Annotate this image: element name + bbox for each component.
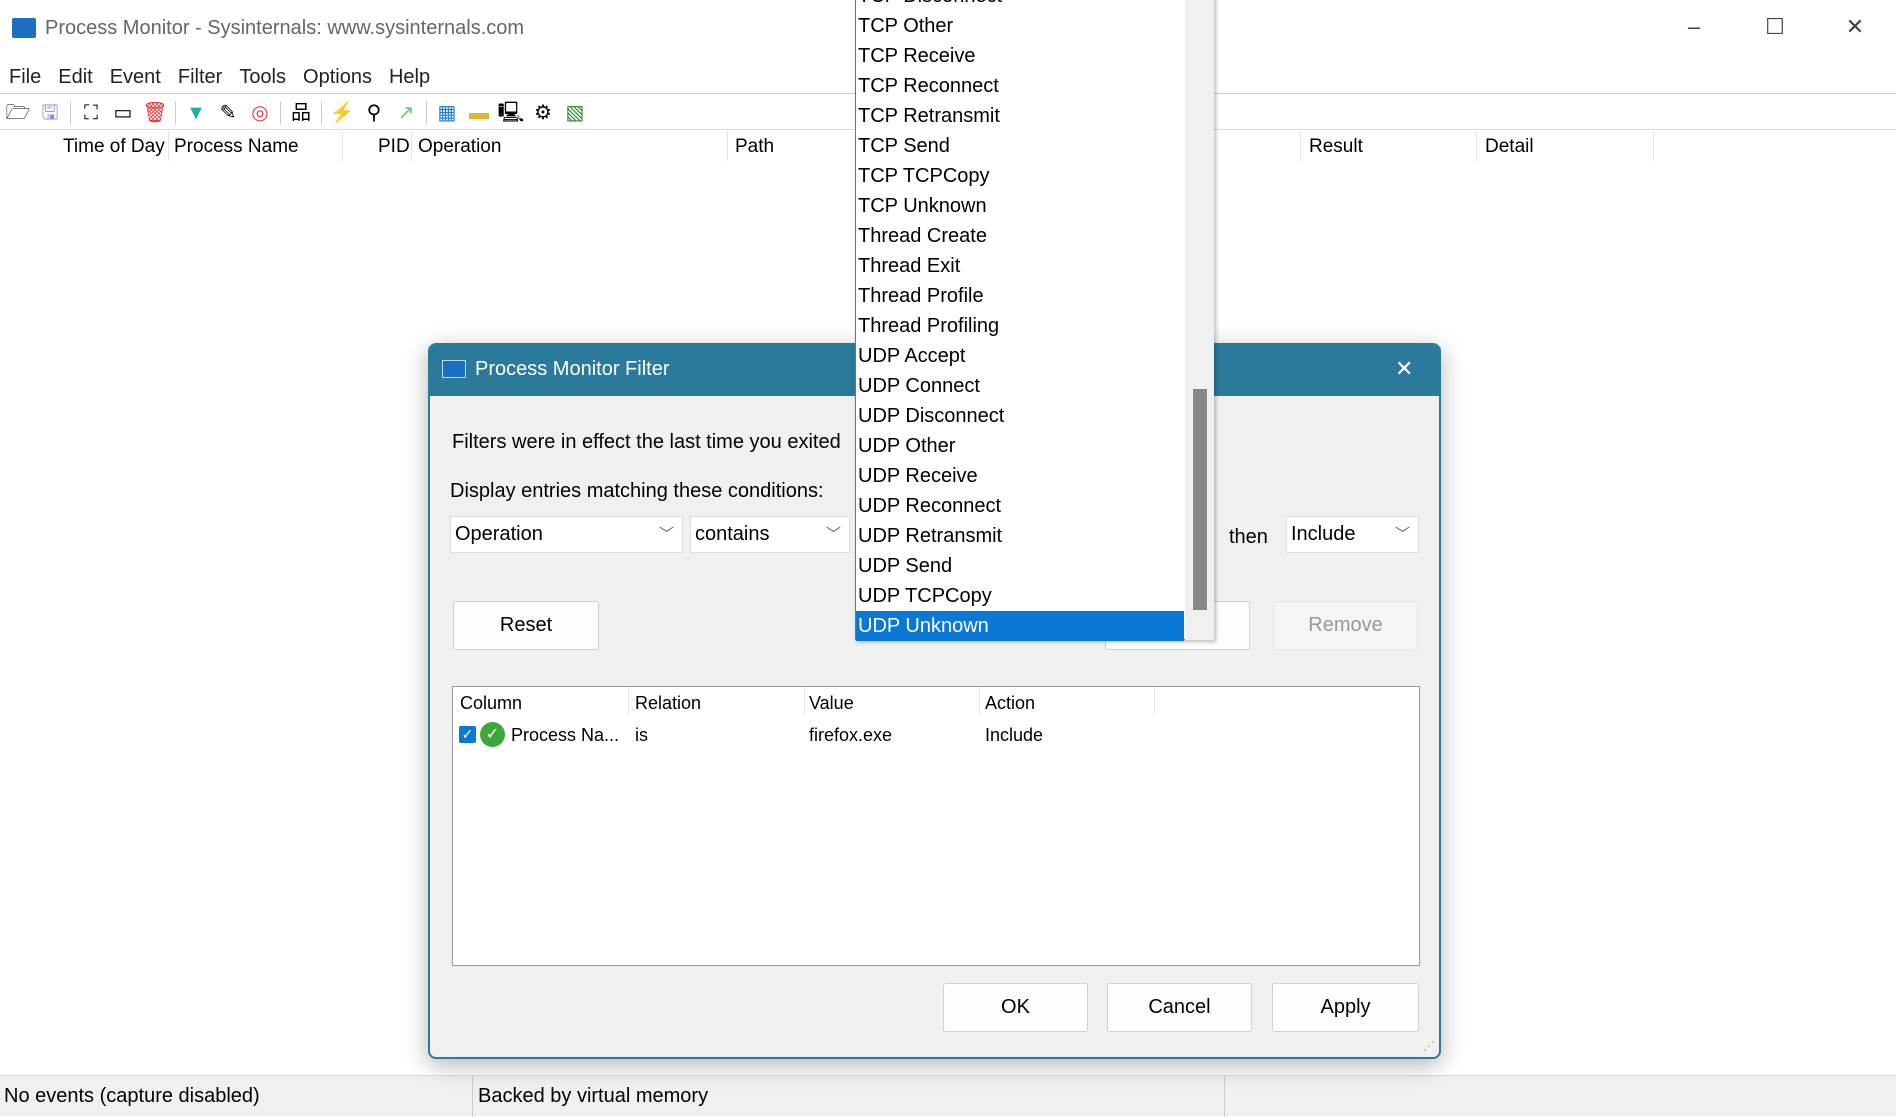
dropdown-option[interactable]: UDP Connect: [856, 371, 1184, 401]
column-combo[interactable]: Operation ﹀: [450, 516, 683, 553]
process-tree-icon[interactable]: 品: [287, 99, 315, 127]
dropdown-option[interactable]: UDP Accept: [856, 341, 1184, 371]
reset-button[interactable]: Reset: [453, 601, 599, 650]
menu-edit[interactable]: Edit: [49, 60, 100, 89]
jump-icon[interactable]: ↗: [392, 99, 420, 127]
dropdown-option[interactable]: TCP Other: [856, 11, 1184, 41]
col-process[interactable]: Process Name: [174, 136, 299, 158]
dropdown-option[interactable]: UDP TCPCopy: [856, 581, 1184, 611]
network-icon[interactable]: 🖳: [497, 99, 525, 127]
list-header-column[interactable]: Column: [460, 693, 522, 714]
dropdown-option[interactable]: UDP Reconnect: [856, 491, 1184, 521]
dropdown-option[interactable]: TCP Reconnect: [856, 71, 1184, 101]
column-combo-value: Operation: [455, 523, 543, 545]
col-detail[interactable]: Detail: [1485, 136, 1534, 158]
menu-file[interactable]: File: [0, 60, 49, 89]
relation-combo[interactable]: contains ﹀: [690, 516, 850, 553]
dropdown-option[interactable]: UDP Retransmit: [856, 521, 1184, 551]
col-pid[interactable]: PID: [378, 136, 410, 158]
menu-options[interactable]: Options: [294, 60, 380, 89]
maximize-button[interactable]: ☐: [1755, 14, 1795, 44]
window-title: Process Monitor - Sysinternals: www.sysi…: [45, 17, 525, 39]
menu-event[interactable]: Event: [101, 60, 169, 89]
resize-grip[interactable]: ⋰: [1423, 1039, 1435, 1053]
dialog-title: Process Monitor Filter: [475, 358, 670, 380]
dropdown-option[interactable]: UDP Disconnect: [856, 401, 1184, 431]
menu-tools[interactable]: Tools: [230, 60, 294, 89]
close-button[interactable]: ✕: [1835, 14, 1875, 44]
status-memory: Backed by virtual memory: [478, 1085, 709, 1107]
save-icon[interactable]: 🖫: [36, 99, 64, 127]
dropdown-option[interactable]: TCP Receive: [856, 41, 1184, 71]
dropdown-option[interactable]: UDP Unknown: [856, 611, 1184, 641]
menu-filter[interactable]: Filter: [169, 60, 230, 89]
action-combo-value: Include: [1291, 523, 1356, 545]
find-icon[interactable]: ⚲: [360, 99, 388, 127]
dropdown-option[interactable]: UDP Send: [856, 551, 1184, 581]
filter-icon[interactable]: ▼: [182, 99, 210, 127]
process-thread-icon[interactable]: ⚙: [529, 99, 557, 127]
app-icon: [12, 18, 36, 38]
registry-icon[interactable]: ▦: [433, 99, 461, 127]
filesystem-icon[interactable]: ▬: [465, 99, 493, 127]
col-result[interactable]: Result: [1309, 136, 1363, 158]
action-combo[interactable]: Include ﹀: [1286, 516, 1419, 553]
dropdown-option[interactable]: Thread Profiling: [856, 311, 1184, 341]
ok-button[interactable]: OK: [943, 983, 1088, 1032]
list-header-action[interactable]: Action: [985, 693, 1035, 714]
menu-help[interactable]: Help: [380, 60, 438, 89]
dropdown-option[interactable]: TCP Retransmit: [856, 101, 1184, 131]
chevron-down-icon: ﹀: [1394, 526, 1410, 543]
dropdown-option[interactable]: Thread Profile: [856, 281, 1184, 311]
row-relation: is: [635, 725, 648, 745]
dialog-close-button[interactable]: ✕: [1395, 356, 1413, 382]
autoscroll-icon[interactable]: ⛶: [77, 99, 105, 127]
clear-display-icon[interactable]: ▭: [109, 99, 137, 127]
conditions-label: Display entries matching these condition…: [450, 480, 824, 502]
event-icon[interactable]: ⚡: [328, 99, 356, 127]
then-label: then: [1229, 526, 1268, 548]
highlight-icon[interactable]: ✎: [214, 99, 242, 127]
dropdown-option[interactable]: Thread Create: [856, 221, 1184, 251]
delete-icon[interactable]: 🗑: [141, 99, 169, 127]
list-header-value[interactable]: Value: [809, 693, 854, 714]
col-time[interactable]: Time of Day: [63, 136, 165, 158]
operation-dropdown-list[interactable]: TCP DisconnectTCP OtherTCP ReceiveTCP Re…: [855, 0, 1214, 641]
status-events: No events (capture disabled): [4, 1085, 260, 1107]
list-header-relation[interactable]: Relation: [635, 693, 701, 714]
cancel-button[interactable]: Cancel: [1107, 983, 1252, 1032]
chevron-down-icon: ﹀: [658, 526, 674, 543]
row-value: firefox.exe: [809, 725, 893, 745]
dropdown-option[interactable]: Thread Exit: [856, 251, 1184, 281]
dropdown-scrollbar[interactable]: [1185, 0, 1214, 640]
dropdown-option[interactable]: TCP Send: [856, 131, 1184, 161]
table-row[interactable]: ✓ ✓ Process Na... is firefox.exe Include: [453, 721, 1419, 749]
dropdown-option[interactable]: TCP Disconnect: [856, 0, 1184, 11]
dropdown-option[interactable]: UDP Receive: [856, 461, 1184, 491]
apply-button[interactable]: Apply: [1272, 983, 1419, 1032]
dropdown-option[interactable]: UDP Other: [856, 431, 1184, 461]
open-icon[interactable]: 🗁: [4, 99, 32, 127]
relation-combo-value: contains: [695, 523, 770, 545]
col-operation[interactable]: Operation: [418, 136, 501, 158]
minimize-button[interactable]: –: [1674, 14, 1714, 44]
include-check-icon: ✓: [480, 722, 505, 747]
col-path[interactable]: Path: [735, 136, 774, 158]
chevron-down-icon: ﹀: [825, 526, 841, 543]
profiling-icon[interactable]: ▧: [561, 99, 589, 127]
row-action: Include: [985, 725, 1044, 745]
target-icon[interactable]: ◎: [246, 99, 274, 127]
dialog-app-icon: [442, 360, 466, 378]
remove-button[interactable]: Remove: [1273, 601, 1418, 650]
dropdown-option[interactable]: TCP TCPCopy: [856, 161, 1184, 191]
filter-list[interactable]: Column Relation Value Action ✓ ✓ Process…: [452, 686, 1420, 966]
scrollbar-thumb[interactable]: [1193, 389, 1207, 610]
status-bar: No events (capture disabled) Backed by v…: [0, 1075, 1896, 1117]
row-column: Process Na...: [511, 725, 620, 745]
row-checkbox[interactable]: ✓: [459, 726, 476, 743]
filter-notice: Filters were in effect the last time you…: [452, 431, 841, 453]
dropdown-option[interactable]: TCP Unknown: [856, 191, 1184, 221]
